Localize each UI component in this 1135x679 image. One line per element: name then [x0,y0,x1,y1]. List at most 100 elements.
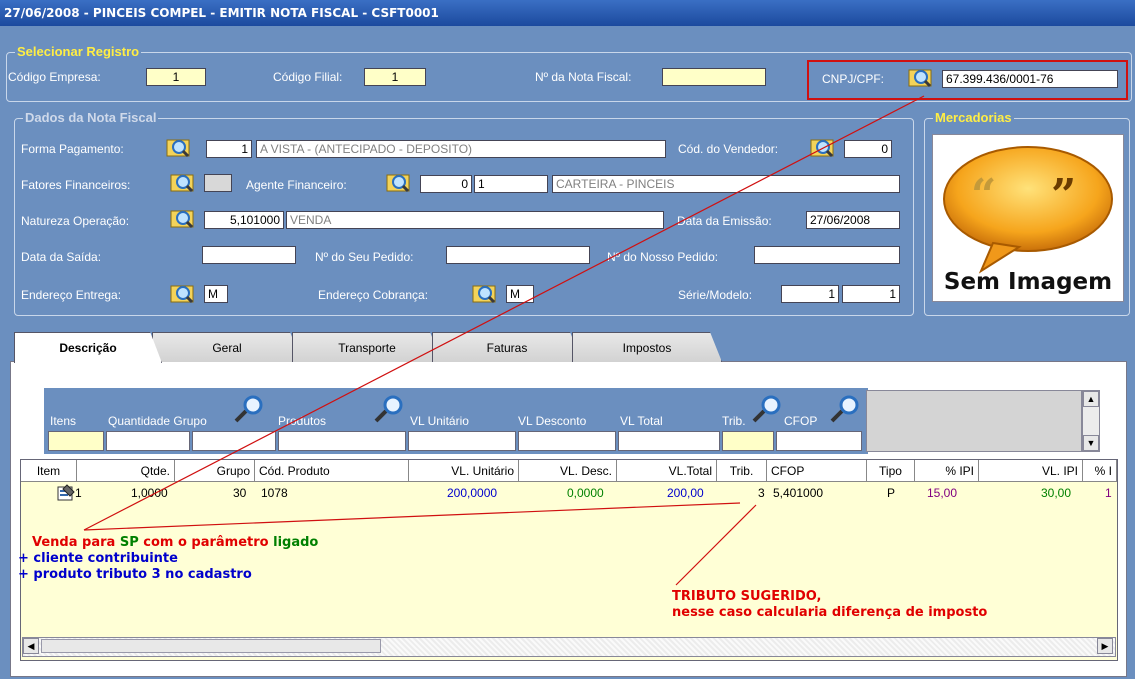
mercadorias-legend: Mercadorias [933,110,1014,125]
row-vl-ipi: 30,00 [1041,486,1072,500]
note-cliente-contribuinte: + cliente contribuinte [18,551,178,566]
codigo-empresa-field[interactable]: 1 [146,68,206,86]
sem-imagem-text: Sem Imagem [943,269,1113,295]
row-vl-unitario: 200,0000 [447,486,498,500]
vendedor-lookup-icon[interactable] [810,136,836,158]
col-header-cfop[interactable]: CFOP [767,460,867,482]
col-header-pct-ipi[interactable]: % IPI [915,460,979,482]
col-header-item[interactable]: Item [21,460,77,482]
scroll-down-icon[interactable]: ▼ [1083,435,1099,451]
col-header-grupo[interactable]: Grupo [175,460,255,482]
svg-text:“: “ [971,170,996,221]
filter-itens-label: Itens [50,414,77,428]
end-entrega-field[interactable]: M [204,285,228,303]
cnpj-lookup-icon[interactable] [908,66,934,88]
trib-search-icon[interactable] [750,395,784,425]
grid-horizontal-scrollbar[interactable]: ◀ ▶ [22,637,1116,657]
row-item: 1 [75,486,82,500]
tab-geral[interactable]: Geral [152,332,302,362]
modelo-field[interactable]: 1 [842,285,900,303]
vendedor-field[interactable]: 0 [844,140,892,158]
cnpj-highlight-box [807,60,1128,100]
scroll-left-icon[interactable]: ◀ [23,638,39,654]
natureza-lookup-icon[interactable] [170,207,196,229]
row-cfop: 5,401000 [773,486,824,500]
col-header-trib[interactable]: Trib. [717,460,767,482]
col-header-vl-desc[interactable]: VL. Desc. [519,460,617,482]
cfop-search-icon[interactable] [828,395,862,425]
codigo-empresa-label: Código Empresa: [8,70,101,84]
nosso-pedido-field[interactable] [754,246,900,264]
saida-field[interactable] [202,246,296,264]
col-header-vl-total[interactable]: VL.Total [617,460,717,482]
agente-lookup-icon[interactable] [386,171,412,193]
end-entrega-label: Endereço Entrega: [21,288,122,302]
product-image: “ ” Sem Imagem [932,134,1124,302]
seu-pedido-label: Nº do Seu Pedido: [315,250,414,264]
tab-transporte[interactable]: Transporte [292,332,442,362]
filter-cfop-input[interactable] [776,431,862,451]
col-header-vl-ipi[interactable]: VL. IPI [979,460,1083,482]
forma-pagamento-code[interactable]: 1 [206,140,252,158]
note-venda-sp-a: Venda para [32,535,120,550]
forma-pagamento-lookup-icon[interactable] [166,136,192,158]
produtos-search-icon[interactable] [372,395,406,425]
filter-produtos-input[interactable] [278,431,406,451]
natureza-label: Natureza Operação: [21,214,130,228]
window-title: 27/06/2008 - PINCEIS COMPEL - EMITIR NOT… [0,0,1135,26]
forma-pagamento-desc: A VISTA - (ANTECIPADO - DEPOSITO) [256,140,666,158]
col-header-vl-unitario[interactable]: VL. Unitário [409,460,519,482]
tab-impostos[interactable]: Impostos [572,332,722,362]
col-header-tipo[interactable]: Tipo [867,460,915,482]
col-header-qtde[interactable]: Qtde. [77,460,175,482]
tab-faturas[interactable]: Faturas [432,332,582,362]
row-qtde: 1,0000 [131,486,168,500]
agente-code2[interactable]: 1 [474,175,548,193]
filter-vl-unitario-label: VL Unitário [410,414,469,428]
filter-vl-unitario-input[interactable] [408,431,516,451]
fatores-field[interactable] [204,174,232,192]
col-header-pct-i[interactable]: % I [1083,460,1117,482]
scroll-thumb[interactable] [41,639,381,653]
filter-quantidade-grupo-label: Quantidade Grupo [108,414,207,428]
codigo-filial-label: Código Filial: [273,70,343,84]
filter-itens-input[interactable] [48,431,104,451]
nota-fiscal-field[interactable] [662,68,766,86]
filter-vl-desconto-input[interactable] [518,431,616,451]
serie-label: Série/Modelo: [678,288,753,302]
row-tipo: P [887,486,896,500]
filter-quantidade-input[interactable] [106,431,190,451]
end-cobranca-label: Endereço Cobrança: [318,288,429,302]
filter-vertical-scrollbar[interactable]: ▲ ▼ [1082,390,1100,452]
filter-grupo-input[interactable] [192,431,276,451]
scroll-right-icon[interactable]: ▶ [1097,638,1113,654]
col-header-cod-produto[interactable]: Cód. Produto [255,460,409,482]
tab-descricao[interactable]: Descrição [14,332,162,363]
end-cobranca-lookup-icon[interactable] [472,282,498,304]
note-venda-sp-b: SP [119,535,139,550]
serie-field[interactable]: 1 [781,285,839,303]
selecionar-registro-legend: Selecionar Registro [15,44,142,59]
scroll-up-icon[interactable]: ▲ [1083,391,1099,407]
row-edit-icon[interactable] [57,484,75,502]
fatores-lookup-icon[interactable] [170,171,196,193]
row-vl-desc: 0,0000 [567,486,604,500]
svg-text:”: ” [1051,170,1076,221]
end-entrega-lookup-icon[interactable] [170,282,196,304]
row-cod-produto: 1078 [261,486,288,500]
codigo-filial-field[interactable]: 1 [364,68,426,86]
note-venda-sp-c: com o parâmetro [138,535,274,550]
end-cobranca-field[interactable]: M [506,285,534,303]
note-venda-sp: Venda para SP com o parâmetro ligado [32,535,318,550]
filter-vl-total-input[interactable] [618,431,720,451]
vendedor-label: Cód. do Vendedor: [678,142,779,156]
filter-trib-input[interactable] [722,431,774,451]
emissao-field[interactable]: 27/06/2008 [806,211,900,229]
agente-code1[interactable]: 0 [420,175,472,193]
agente-label: Agente Financeiro: [246,178,347,192]
row-pct-i: 1 [1105,486,1112,500]
row-trib: 3 [758,486,765,500]
grupo-search-icon[interactable] [232,395,266,425]
seu-pedido-field[interactable] [446,246,590,264]
natureza-code[interactable]: 5,101000 [204,211,284,229]
